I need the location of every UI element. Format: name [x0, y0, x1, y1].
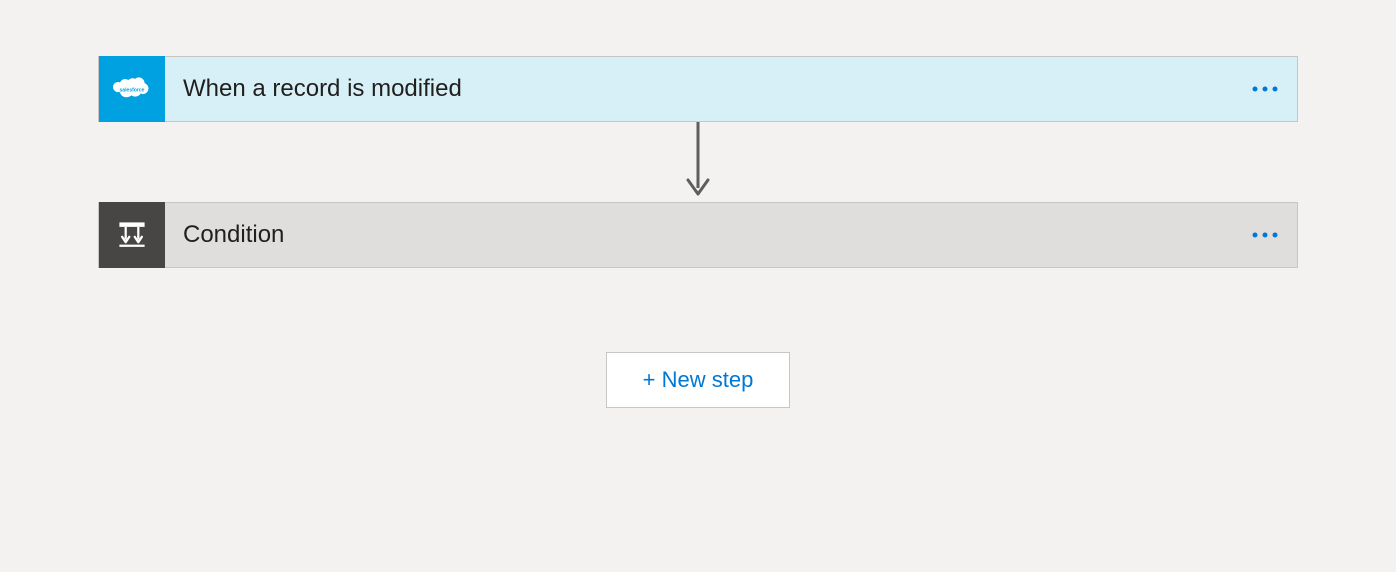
trigger-step-title: When a record is modified: [183, 75, 1241, 103]
new-step-button[interactable]: + New step: [606, 352, 791, 408]
ellipsis-icon: [1251, 231, 1279, 239]
new-step-container: + New step: [606, 352, 791, 408]
condition-step-title: Condition: [183, 221, 1241, 249]
flow-designer-canvas: salesforce When a record is modified: [0, 0, 1396, 408]
svg-text:salesforce: salesforce: [120, 88, 145, 94]
ellipsis-icon: [1251, 85, 1279, 93]
condition-step-card[interactable]: Condition: [98, 202, 1298, 268]
condition-icon: [99, 202, 165, 268]
flow-connector-arrow: [686, 122, 710, 202]
more-menu-button[interactable]: [1241, 65, 1289, 113]
more-menu-button[interactable]: [1241, 211, 1289, 259]
trigger-step-card[interactable]: salesforce When a record is modified: [98, 56, 1298, 122]
salesforce-icon: salesforce: [99, 56, 165, 122]
